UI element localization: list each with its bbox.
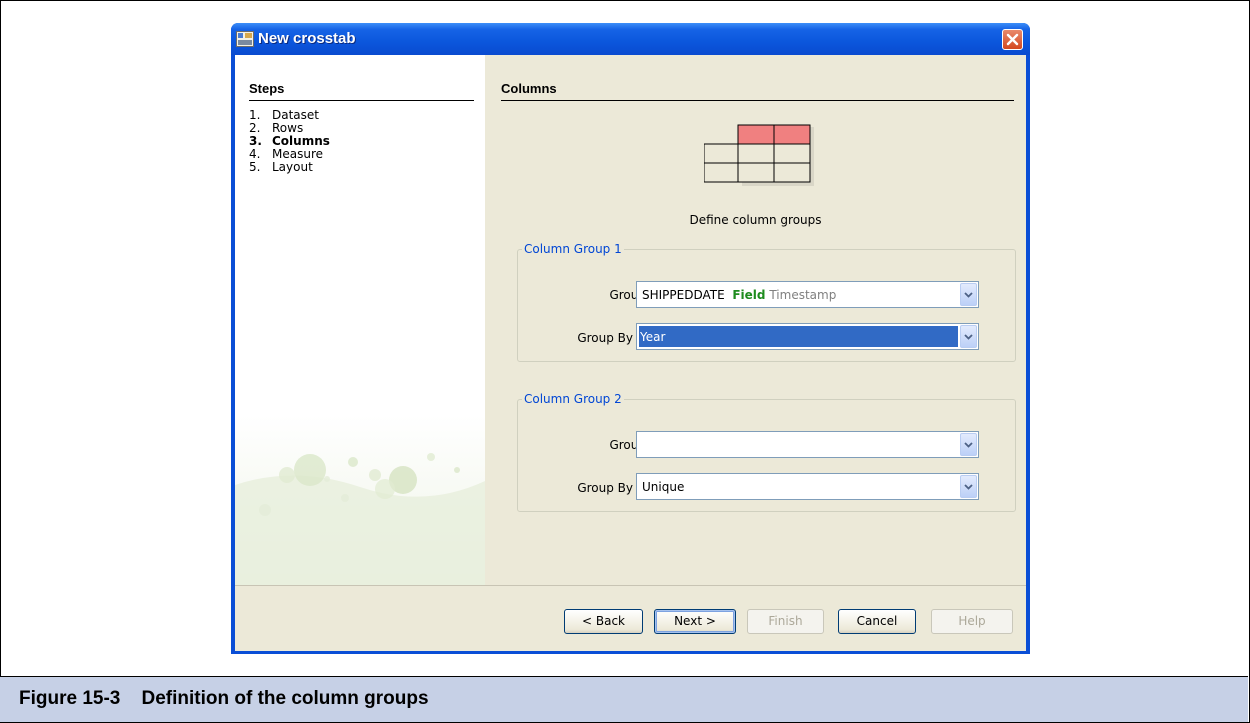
field-kind-tag: Field — [732, 288, 766, 302]
step-number: 5. — [249, 160, 261, 174]
steps-panel: Steps 1. Dataset 2. Rows 3. Columns 4. Measu… — [235, 55, 485, 585]
step-layout[interactable]: 5. Layout — [249, 161, 330, 174]
chevron-down-icon — [964, 484, 973, 490]
title-bar[interactable]: New crosstab — [231, 23, 1030, 55]
close-icon — [1006, 33, 1019, 46]
group-1-value: SHIPPEDDATE Field Timestamp — [642, 288, 836, 302]
column-groups-grid-icon — [704, 124, 814, 186]
group-1-dropdown[interactable]: SHIPPEDDATE Field Timestamp — [636, 281, 979, 308]
group-by-1-value: Year — [640, 330, 666, 344]
dialog-client-area: Steps 1. Dataset 2. Rows 3. Columns 4. Measu… — [235, 55, 1026, 651]
decorative-bubbles-graphic — [235, 415, 485, 585]
dropdown-arrow[interactable] — [960, 325, 977, 348]
next-button[interactable]: Next > — [654, 609, 736, 634]
dialog-window: New crosstab Steps 1. Dataset 2. Rows 3. Co… — [231, 23, 1030, 654]
figure-caption: Figure 15-3 Definition of the column gro… — [19, 688, 429, 709]
group-by-1-dropdown[interactable]: Year — [636, 323, 979, 350]
define-column-groups-text: Define column groups — [689, 213, 822, 227]
group-2-dropdown[interactable] — [636, 431, 979, 458]
steps-heading: Steps — [249, 81, 285, 96]
column-group-2-legend: Column Group 2 — [524, 392, 622, 406]
chevron-down-icon — [964, 442, 973, 448]
dropdown-arrow[interactable] — [960, 283, 977, 306]
steps-list: 1. Dataset 2. Rows 3. Columns 4. Measure 5. L… — [249, 109, 330, 174]
finish-button[interactable]: Finish — [747, 609, 824, 634]
button-bar: < Back Next > Finish Cancel Help — [235, 585, 1026, 651]
columns-panel: Columns Define column groups Column Grou… — [485, 55, 1026, 585]
column-group-2: Column Group 2 Group Group By Unique — [517, 392, 1016, 512]
dropdown-arrow[interactable] — [960, 433, 977, 456]
group-by-label: Group By — [577, 331, 633, 345]
chevron-down-icon — [964, 334, 973, 340]
figure-caption-band: Figure 15-3 Definition of the column gro… — [0, 676, 1248, 722]
group-by-label: Group By — [577, 481, 633, 495]
close-button[interactable] — [1002, 29, 1023, 50]
step-label: Layout — [272, 160, 313, 174]
window-title: New crosstab — [258, 30, 356, 47]
chevron-down-icon — [964, 292, 973, 298]
selection-highlight — [639, 326, 958, 347]
group-by-2-dropdown[interactable]: Unique — [636, 473, 979, 500]
steps-divider — [249, 100, 474, 101]
columns-heading: Columns — [501, 81, 557, 96]
dropdown-arrow[interactable] — [960, 475, 977, 498]
column-group-1-legend: Column Group 1 — [524, 242, 622, 256]
crosstab-app-icon — [236, 31, 254, 47]
back-button[interactable]: < Back — [564, 609, 643, 634]
field-name: SHIPPEDDATE — [642, 288, 725, 302]
help-button[interactable]: Help — [931, 609, 1013, 634]
field-type-tag: Timestamp — [769, 288, 837, 302]
column-group-1: Column Group 1 Group SHIPPEDDATE Field T… — [517, 242, 1016, 362]
group-by-2-value: Unique — [642, 480, 685, 494]
columns-divider — [501, 100, 1014, 101]
cancel-button[interactable]: Cancel — [838, 609, 916, 634]
